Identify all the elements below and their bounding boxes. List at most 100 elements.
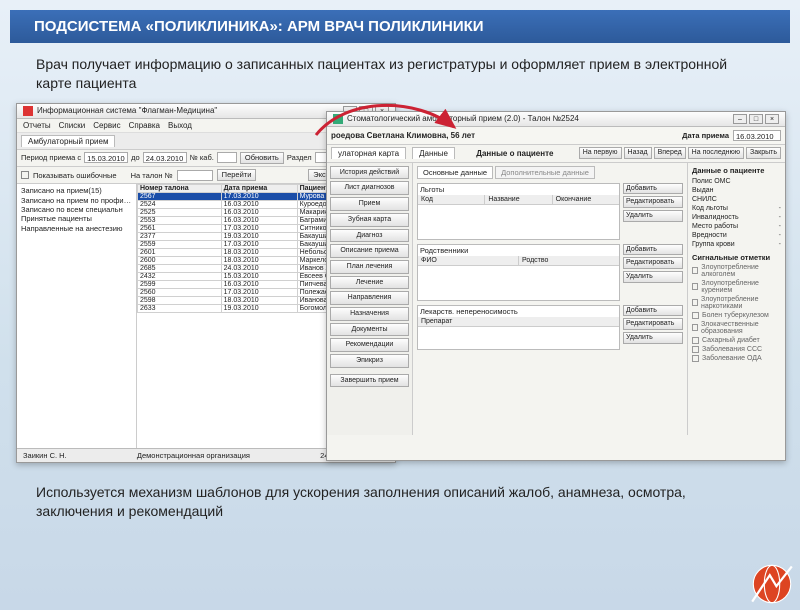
ticket-label: На талон № <box>131 171 173 180</box>
menu-help[interactable]: Справка <box>129 121 160 130</box>
benefits-actions: Добавить Редактировать Удалить <box>623 183 683 222</box>
drugs-grid[interactable]: Лекарств. непереносимость Препарат <box>417 305 620 350</box>
record-toolbar: улаторная карта Данные Данные о пациенте… <box>327 145 785 163</box>
info-row: Инвалидность- <box>692 214 781 221</box>
show-errors-checkbox[interactable] <box>21 171 29 179</box>
menu-reports[interactable]: Отчеты <box>23 121 51 130</box>
side-treatment[interactable]: Лечение <box>330 276 409 290</box>
panel-title: Данные о пациенте <box>470 147 559 160</box>
delete-button[interactable]: Удалить <box>623 332 683 344</box>
forward-button[interactable]: Вперед <box>654 147 686 159</box>
nav-item[interactable]: Направленные на анестезию <box>19 224 134 233</box>
data-subtabs: Основные данные Дополнительные данные <box>417 166 683 179</box>
info-row: Группа крови- <box>692 241 781 248</box>
delete-button[interactable]: Удалить <box>623 210 683 222</box>
first-button[interactable]: На первую <box>579 147 622 159</box>
col-end: Окончание <box>553 195 619 204</box>
side-tooth-chart[interactable]: Зубная карта <box>330 213 409 227</box>
side-diagnoses-list[interactable]: Лист диагнозов <box>330 181 409 195</box>
drugs-title: Лекарств. непереносимость <box>418 306 619 317</box>
category-list: Записано на прием(15) Записано на прием … <box>17 184 137 450</box>
nav-item[interactable]: Записано на прием по профилю <box>19 196 134 205</box>
edit-button[interactable]: Редактировать <box>623 196 683 208</box>
cab-input[interactable] <box>217 152 237 163</box>
date-from-input[interactable]: 15.03.2010 <box>84 152 128 163</box>
side-finish[interactable]: Завершить прием <box>330 374 409 388</box>
date-to-input[interactable]: 24.03.2010 <box>143 152 187 163</box>
close-button[interactable]: × <box>765 114 779 124</box>
signal-item[interactable]: Заболевание ОДА <box>692 355 781 362</box>
ticket-input[interactable] <box>177 170 213 181</box>
status-org: Демонстрационная организация <box>137 451 250 460</box>
side-recommendations[interactable]: Рекомендации <box>330 338 409 352</box>
tab-ambulatory[interactable]: Амбулаторный прием <box>21 135 115 147</box>
signal-item[interactable]: Заболевания ССС <box>692 346 781 353</box>
visit-date-input[interactable]: 16.03.2010 <box>733 130 781 141</box>
add-button[interactable]: Добавить <box>623 183 683 195</box>
signal-item[interactable]: Сахарный диабет <box>692 337 781 344</box>
side-appointments[interactable]: Назначения <box>330 307 409 321</box>
nav-item[interactable]: Записано по всем специальн <box>19 205 134 214</box>
relatives-title: Родственники <box>418 245 619 256</box>
signal-item[interactable]: Злокачественные образования <box>692 321 781 335</box>
close-panel-button[interactable]: Закрыть <box>746 147 781 159</box>
delete-button[interactable]: Удалить <box>623 271 683 283</box>
col-fio: ФИО <box>418 256 519 265</box>
goto-button[interactable]: Перейти <box>217 169 257 181</box>
side-treatment-plan[interactable]: План лечения <box>330 260 409 274</box>
relatives-grid[interactable]: Родственники ФИО Родство <box>417 244 620 301</box>
side-diagnosis[interactable]: Диагноз <box>330 229 409 243</box>
app-icon <box>23 106 33 116</box>
side-visit-desc[interactable]: Описание приема <box>330 244 409 258</box>
signal-item[interactable]: Болен туберкулезом <box>692 312 781 319</box>
edit-button[interactable]: Редактировать <box>623 318 683 330</box>
last-button[interactable]: На последнюю <box>688 147 744 159</box>
side-referrals[interactable]: Направления <box>330 291 409 305</box>
info-row: Вредности- <box>692 232 781 239</box>
side-visit[interactable]: Прием <box>330 197 409 211</box>
nav-item[interactable]: Принятые пациенты <box>19 214 134 223</box>
maximize-button[interactable]: □ <box>749 114 763 124</box>
col-relation: Родство <box>519 256 619 265</box>
window-title-text: Информационная система "Флагман-Медицина… <box>37 106 217 115</box>
add-button[interactable]: Добавить <box>623 305 683 317</box>
window-titlebar[interactable]: Стоматологический амбулаторный прием (2.… <box>327 112 785 127</box>
side-documents[interactable]: Документы <box>330 323 409 337</box>
window-title-text: Стоматологический амбулаторный прием (2.… <box>347 114 579 123</box>
col-name: Название <box>485 195 552 204</box>
refresh-button[interactable]: Обновить <box>240 152 284 164</box>
cab-label: № каб. <box>190 153 214 162</box>
patient-info-panel: Данные о пациенте Полис ОМС Выдан СНИЛС … <box>687 163 785 435</box>
tab-data[interactable]: Данные <box>412 147 455 159</box>
signal-title: Сигнальные отметки <box>692 253 781 262</box>
col-drug: Препарат <box>418 317 619 326</box>
intro-text: Врач получает информацию о записанных па… <box>0 43 800 99</box>
add-button[interactable]: Добавить <box>623 244 683 256</box>
window-controls: – □ × <box>733 114 779 124</box>
menu-service[interactable]: Сервис <box>93 121 120 130</box>
menu-exit[interactable]: Выход <box>168 121 192 130</box>
nav-item[interactable]: Записано на прием(15) <box>19 186 134 195</box>
signal-item[interactable]: Злоупотребление курением <box>692 280 781 294</box>
signal-item[interactable]: Злоупотребление алкоголем <box>692 264 781 278</box>
edit-button[interactable]: Редактировать <box>623 257 683 269</box>
back-button[interactable]: Назад <box>624 147 652 159</box>
tab-amb-card[interactable]: улаторная карта <box>331 147 406 159</box>
info-row: СНИЛС <box>692 196 781 203</box>
benefits-grid[interactable]: Льготы Код Название Окончание <box>417 183 620 240</box>
info-row: Полис ОМС <box>692 178 781 185</box>
section-label: Раздел <box>287 153 312 162</box>
menu-lists[interactable]: Списки <box>59 121 86 130</box>
benefits-title: Льготы <box>418 184 619 195</box>
info-title: Данные о пациенте <box>692 166 781 175</box>
signal-item[interactable]: Злоупотребление наркотиками <box>692 296 781 310</box>
side-epicrisis[interactable]: Эпикриз <box>330 354 409 368</box>
col-ticket[interactable]: Номер талона <box>138 185 222 193</box>
globe-logo-icon <box>750 562 794 606</box>
minimize-button[interactable]: – <box>733 114 747 124</box>
col-date[interactable]: Дата приема <box>221 185 297 193</box>
info-row: Выдан <box>692 187 781 194</box>
side-history[interactable]: История действий <box>330 166 409 180</box>
subtab-main[interactable]: Основные данные <box>417 166 493 179</box>
subtab-extra[interactable]: Дополнительные данные <box>495 166 595 179</box>
